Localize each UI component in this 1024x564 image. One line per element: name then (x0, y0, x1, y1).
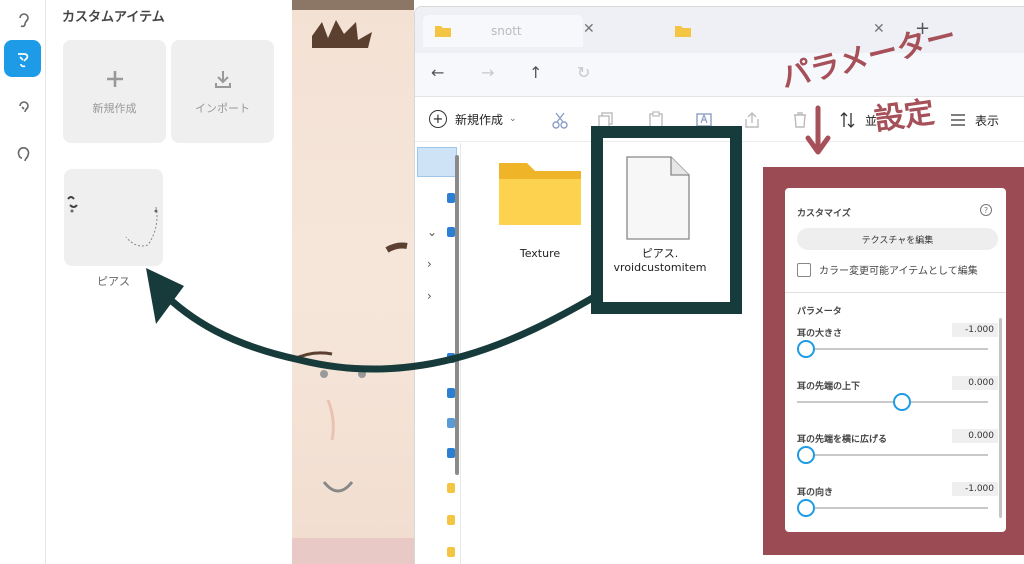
help-icon[interactable]: ? (980, 204, 992, 216)
avatar-face-view (292, 0, 414, 564)
customize-header: カスタマイズ (797, 209, 851, 219)
handwritten-annotation: パラメーター 設定 (780, 30, 960, 155)
param-ear-tip-spread: 耳の先端を横に広げる 0.000 (797, 429, 998, 472)
color-editable-checkbox[interactable] (797, 262, 811, 277)
forward-icon[interactable]: → (481, 63, 494, 82)
param-ear-tip-vertical: 耳の先端の上下 0.000 (797, 376, 998, 419)
slider-thumb[interactable] (797, 499, 815, 517)
import-button[interactable]: インポート (171, 40, 274, 143)
avatar-face-illustration (292, 0, 414, 551)
slider-track[interactable] (797, 454, 988, 456)
piercing-item-thumbnail[interactable] (64, 169, 163, 266)
file-highlight-box (591, 126, 742, 314)
annotation-line1: パラメーター (780, 30, 960, 96)
customize-scrollbar[interactable] (999, 318, 1002, 518)
color-editable-label: カラー変更可能アイテムとして編集 (819, 266, 978, 277)
piercing-preview-icon (67, 196, 158, 247)
param-ear-size: 耳の大きさ -1.000 (797, 323, 998, 366)
up-icon[interactable]: ↑ (529, 63, 542, 82)
piercing-item-label: ピアス (97, 275, 130, 288)
nav-scrollbar[interactable] (455, 155, 459, 475)
nav-chevron-right[interactable]: › (427, 257, 432, 271)
cut-icon[interactable] (551, 111, 569, 129)
edit-texture-button[interactable]: テクスチャを編集 (797, 228, 998, 250)
param-name: 耳の先端の上下 (797, 382, 861, 392)
slider-thumb[interactable] (892, 393, 911, 411)
ear-shape-icon[interactable] (4, 136, 41, 173)
download-icon (214, 70, 231, 88)
nav-home-item[interactable] (417, 147, 457, 177)
slider-track[interactable] (797, 348, 988, 350)
nav-documents-icon[interactable] (447, 418, 455, 428)
left-rail (0, 0, 46, 564)
param-value-field[interactable]: 0.000 (952, 429, 998, 443)
plus-icon (106, 70, 123, 87)
parameters-header: パラメータ (797, 307, 842, 317)
param-value-field[interactable]: -1.000 (952, 482, 998, 496)
ear-accessory-icon[interactable] (4, 88, 41, 125)
chevron-down-icon: ⌄ (509, 114, 517, 124)
panel-title: カスタムアイテム (62, 10, 165, 25)
new-menu-label: 新規作成 (455, 112, 504, 127)
nav-download-icon[interactable] (447, 388, 455, 398)
param-name: 耳の先端を横に広げる (797, 435, 888, 445)
refresh-icon[interactable]: ↻ (577, 63, 590, 82)
param-value-field[interactable]: -1.000 (952, 323, 998, 337)
slider-track[interactable] (797, 507, 988, 509)
share-icon[interactable] (743, 111, 761, 129)
param-ear-direction: 耳の向き -1.000 (797, 482, 998, 525)
ear-icon[interactable] (4, 0, 41, 37)
nav-folder-icon[interactable] (447, 515, 455, 525)
slider-thumb[interactable] (797, 446, 815, 464)
nav-pictures-icon[interactable] (447, 448, 455, 458)
new-item-button[interactable]: 新規作成 (63, 40, 166, 143)
nav-folder-icon[interactable] (447, 547, 455, 557)
annotation-line2: 設定 (872, 95, 936, 138)
nav-folder-icon[interactable] (447, 483, 455, 493)
avatar-face-lower (292, 538, 414, 564)
nav-desktop-icon[interactable] (447, 353, 455, 363)
param-name: 耳の大きさ (797, 329, 843, 339)
texture-folder-icon[interactable] (497, 159, 583, 229)
folder-icon (675, 26, 691, 37)
nav-drive-icon[interactable] (447, 193, 455, 203)
divider (785, 292, 1006, 293)
annotation-down-arrow (805, 105, 831, 155)
nav-expand-chevron[interactable]: ⌄ (427, 225, 437, 239)
explorer-tab[interactable]: snott (423, 15, 583, 47)
import-label: インポート (195, 101, 250, 115)
nav-cloud-icon[interactable] (447, 227, 455, 237)
new-menu-button[interactable]: + 新規作成 ⌄ (429, 110, 517, 128)
nav-chevron-right[interactable]: › (427, 289, 432, 303)
customize-panel: カスタマイズ ? テクスチャを編集 カラー変更可能アイテムとして編集 パラメータ… (785, 188, 1006, 532)
navigation-pane: ⌄ › › (415, 143, 461, 564)
tab-close-icon[interactable]: ✕ (583, 21, 595, 37)
custom-item-panel: カスタムアイテム 新規作成 インポート ピアス (46, 0, 292, 564)
new-item-label: 新規作成 (92, 101, 137, 115)
folder-icon (435, 26, 451, 37)
back-icon[interactable]: ← (431, 63, 444, 82)
custom-item-icon[interactable] (4, 40, 41, 77)
param-name: 耳の向き (797, 488, 834, 498)
color-editable-checkbox-row[interactable]: カラー変更可能アイテムとして編集 (797, 262, 978, 277)
slider-thumb[interactable] (797, 340, 815, 358)
param-value-field[interactable]: 0.000 (952, 376, 998, 390)
tab-title: snott (491, 24, 522, 38)
texture-folder-label[interactable]: Texture (495, 247, 585, 260)
plus-circle-icon: + (429, 110, 447, 128)
